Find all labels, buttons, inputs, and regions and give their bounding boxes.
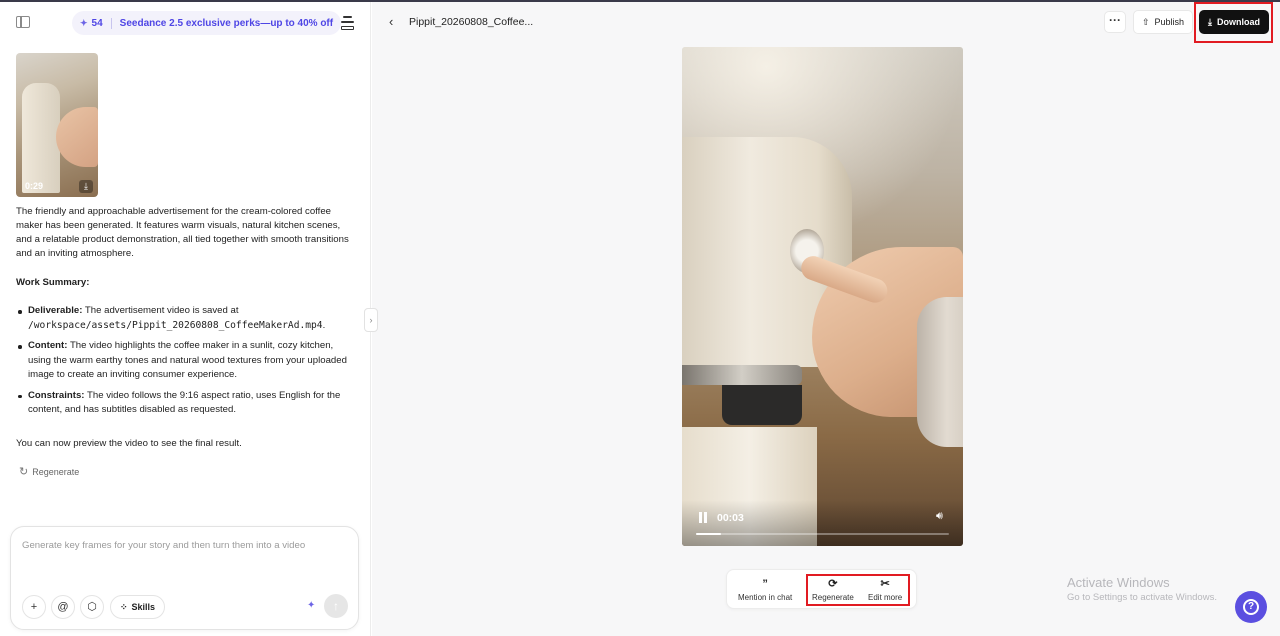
skills-label: Skills [131,602,156,612]
promo-divider [110,17,112,29]
progress-bar[interactable] [696,533,949,535]
grid-icon: ⁘ [120,601,128,612]
watermark-subtitle: Go to Settings to activate Windows. [1067,592,1217,603]
quote-icon: ” [762,578,768,590]
summary-heading-text: Work Summary: [16,277,90,288]
summary-list: Deliverable: The advertisement video is … [16,304,356,424]
panel-collapse-handle[interactable]: › [364,308,378,332]
promo-banner[interactable]: ✦ 54 Seedance 2.5 exclusive perks—up to … [72,11,342,35]
regenerate-message-button[interactable]: ↻ Regenerate [19,465,79,478]
layers-icon[interactable] [341,16,354,30]
more-options-button[interactable]: ··· [1104,11,1126,33]
list-item: Deliverable: The advertisement video is … [16,304,356,333]
video-frame-ring [682,365,802,385]
preview-panel: ‹ Pippit_20260808_Coffee... ··· ⇧ Publis… [372,2,1280,636]
publish-button[interactable]: ⇧ Publish [1133,10,1194,34]
skills-button[interactable]: ⁘ Skills [110,595,166,619]
bullet-label: Deliverable: [28,305,83,316]
mention-icon[interactable]: @ [51,595,75,619]
send-button[interactable]: ↑ [324,594,348,618]
bullet-text-end: . [322,319,326,331]
video-frame-sleeve [917,297,963,447]
publish-label: Publish [1154,17,1185,27]
prompt-input[interactable]: Generate key frames for your story and t… [22,540,305,551]
video-frame-spout [722,385,802,425]
chat-panel: ✦ 54 Seedance 2.5 exclusive perks—up to … [0,2,371,636]
share-icon: ⇧ [1142,16,1150,27]
highlight-box-actions [806,574,910,606]
playback-time: 00:03 [717,512,744,524]
volume-icon[interactable]: 🔊︎ [936,510,943,523]
list-item: Content: The video highlights the coffee… [16,339,356,383]
video-player[interactable]: 00:03 🔊︎ [682,47,963,546]
add-icon[interactable]: + [22,595,46,619]
back-chevron-icon[interactable]: ‹ [389,14,393,29]
mention-in-chat-button[interactable]: ” Mention in chat [738,577,792,602]
message-closing: You can now preview the video to see the… [16,438,242,449]
promo-text: Seedance 2.5 exclusive perks—up to 40% o… [119,17,334,29]
sparkle-icon[interactable]: ✦ [307,600,315,611]
sparkle-icon: ✦ [80,17,88,28]
windows-activation-watermark: Activate Windows Go to Settings to activ… [1067,575,1217,603]
download-icon[interactable]: ⤓ [79,180,93,193]
file-path: /workspace/assets/Pippit_20260808_Coffee… [28,319,323,331]
sidebar-toggle-icon[interactable] [16,16,30,28]
bullet-text: The advertisement video is saved at [84,305,239,316]
video-title: Pippit_20260808_Coffee... [409,16,534,28]
mention-label: Mention in chat [738,593,793,602]
thumbnail-coffee-maker [22,83,60,193]
bullet-label: Constraints: [28,389,85,401]
credit-count: 54 [91,17,103,29]
thumbnail-duration: 0:29 [25,181,44,191]
cube-icon[interactable]: ⬡ [80,595,104,619]
bullet-label: Content: [28,340,68,351]
message-intro: The friendly and approachable advertisem… [16,206,349,259]
regenerate-label: Regenerate [32,466,80,477]
help-button[interactable]: ? [1235,591,1267,623]
question-icon: ? [1243,599,1259,616]
watermark-title: Activate Windows [1067,575,1170,590]
list-item: Constraints: The video follows the 9:16 … [16,389,356,418]
prompt-composer[interactable]: Generate key frames for your story and t… [10,526,359,630]
video-thumbnail[interactable]: 0:29 ⤓ [16,53,98,197]
refresh-icon: ↻ [19,466,29,478]
summary-heading: Work Summary: [16,276,352,290]
bullet-text: The video highlights the coffee maker in… [28,340,347,380]
progress-fill [696,533,722,535]
highlight-box-download [1194,2,1273,43]
thumbnail-hand [56,107,98,167]
pause-icon[interactable] [698,512,708,523]
